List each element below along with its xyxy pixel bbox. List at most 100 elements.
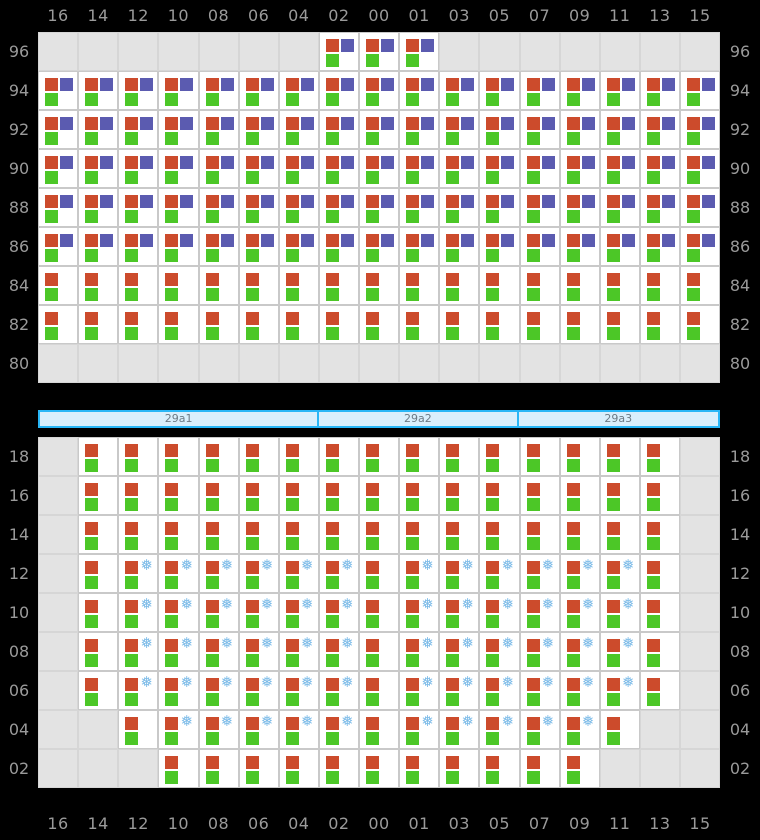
grid-cell-88-09[interactable] [559,188,600,227]
segment-29a2[interactable]: 29a2 [319,412,519,426]
grid-cell-82-14[interactable] [78,305,119,344]
grid-cell-90-12[interactable] [118,149,159,188]
grid-cell-94-00[interactable] [359,71,400,110]
grid-cell-88-04[interactable] [278,188,319,227]
grid-cell-88-11[interactable] [599,188,640,227]
grid-cell-92-01[interactable] [399,110,440,149]
grid-cell-08-07[interactable]: ❅ [519,632,560,671]
grid-cell-84-03[interactable] [439,266,480,305]
segment-29a3[interactable]: 29a3 [519,412,718,426]
grid-cell-94-03[interactable] [439,71,480,110]
grid-cell-86-12[interactable] [118,227,159,266]
grid-cell-88-13[interactable] [639,188,680,227]
grid-cell-06-13[interactable] [639,671,680,710]
grid-cell-04-01[interactable]: ❅ [399,710,440,749]
grid-cell-90-07[interactable] [519,149,560,188]
grid-cell-10-13[interactable] [639,593,680,632]
grid-cell-12-08[interactable]: ❅ [198,554,239,593]
grid-cell-94-05[interactable] [479,71,520,110]
grid-cell-08-02[interactable]: ❅ [318,632,359,671]
grid-cell-18-09[interactable] [559,437,600,476]
grid-cell-94-14[interactable] [78,71,119,110]
grid-cell-02-07[interactable] [519,749,560,788]
grid-cell-86-16[interactable] [38,227,79,266]
grid-cell-86-08[interactable] [198,227,239,266]
grid-cell-82-00[interactable] [359,305,400,344]
grid-cell-90-03[interactable] [439,149,480,188]
grid-cell-90-13[interactable] [639,149,680,188]
grid-cell-82-07[interactable] [519,305,560,344]
grid-cell-12-13[interactable] [639,554,680,593]
grid-cell-86-09[interactable] [559,227,600,266]
grid-cell-12-07[interactable]: ❅ [519,554,560,593]
grid-cell-06-12[interactable]: ❅ [118,671,159,710]
grid-cell-12-12[interactable]: ❅ [118,554,159,593]
grid-cell-04-12[interactable] [118,710,159,749]
grid-cell-12-09[interactable]: ❅ [559,554,600,593]
grid-cell-90-11[interactable] [599,149,640,188]
grid-cell-04-09[interactable]: ❅ [559,710,600,749]
grid-cell-16-06[interactable] [238,476,279,515]
grid-cell-90-00[interactable] [359,149,400,188]
grid-cell-14-00[interactable] [359,515,400,554]
grid-cell-94-06[interactable] [238,71,279,110]
grid-cell-94-15[interactable] [680,71,721,110]
grid-cell-86-04[interactable] [278,227,319,266]
grid-cell-94-11[interactable] [599,71,640,110]
grid-cell-82-03[interactable] [439,305,480,344]
grid-cell-16-08[interactable] [198,476,239,515]
grid-cell-94-08[interactable] [198,71,239,110]
grid-cell-86-01[interactable] [399,227,440,266]
grid-cell-16-11[interactable] [599,476,640,515]
grid-cell-08-05[interactable]: ❅ [479,632,520,671]
grid-cell-06-01[interactable]: ❅ [399,671,440,710]
grid-cell-86-06[interactable] [238,227,279,266]
grid-cell-04-06[interactable]: ❅ [238,710,279,749]
grid-cell-08-00[interactable] [359,632,400,671]
grid-cell-10-01[interactable]: ❅ [399,593,440,632]
grid-cell-90-14[interactable] [78,149,119,188]
grid-cell-18-01[interactable] [399,437,440,476]
grid-cell-94-16[interactable] [38,71,79,110]
grid-cell-16-00[interactable] [359,476,400,515]
grid-cell-14-12[interactable] [118,515,159,554]
grid-cell-86-02[interactable] [318,227,359,266]
grid-cell-04-02[interactable]: ❅ [318,710,359,749]
grid-cell-88-02[interactable] [318,188,359,227]
grid-cell-10-07[interactable]: ❅ [519,593,560,632]
grid-cell-84-04[interactable] [278,266,319,305]
grid-cell-14-07[interactable] [519,515,560,554]
grid-cell-06-05[interactable]: ❅ [479,671,520,710]
grid-cell-16-12[interactable] [118,476,159,515]
grid-cell-92-06[interactable] [238,110,279,149]
grid-cell-06-04[interactable]: ❅ [278,671,319,710]
grid-cell-06-14[interactable] [78,671,119,710]
grid-cell-84-01[interactable] [399,266,440,305]
grid-cell-84-07[interactable] [519,266,560,305]
grid-cell-84-15[interactable] [680,266,721,305]
grid-cell-08-11[interactable]: ❅ [599,632,640,671]
grid-cell-18-00[interactable] [359,437,400,476]
grid-cell-14-04[interactable] [278,515,319,554]
grid-cell-88-15[interactable] [680,188,721,227]
grid-cell-06-06[interactable]: ❅ [238,671,279,710]
grid-cell-06-10[interactable]: ❅ [158,671,199,710]
grid-cell-04-08[interactable]: ❅ [198,710,239,749]
grid-cell-90-09[interactable] [559,149,600,188]
grid-cell-12-01[interactable]: ❅ [399,554,440,593]
grid-cell-90-01[interactable] [399,149,440,188]
grid-cell-88-01[interactable] [399,188,440,227]
grid-cell-88-03[interactable] [439,188,480,227]
grid-cell-94-07[interactable] [519,71,560,110]
grid-cell-92-15[interactable] [680,110,721,149]
grid-cell-92-02[interactable] [318,110,359,149]
grid-cell-16-01[interactable] [399,476,440,515]
grid-cell-82-11[interactable] [599,305,640,344]
grid-cell-04-03[interactable]: ❅ [439,710,480,749]
grid-cell-82-01[interactable] [399,305,440,344]
grid-cell-92-03[interactable] [439,110,480,149]
grid-cell-84-10[interactable] [158,266,199,305]
grid-cell-02-01[interactable] [399,749,440,788]
grid-cell-18-12[interactable] [118,437,159,476]
grid-cell-84-11[interactable] [599,266,640,305]
